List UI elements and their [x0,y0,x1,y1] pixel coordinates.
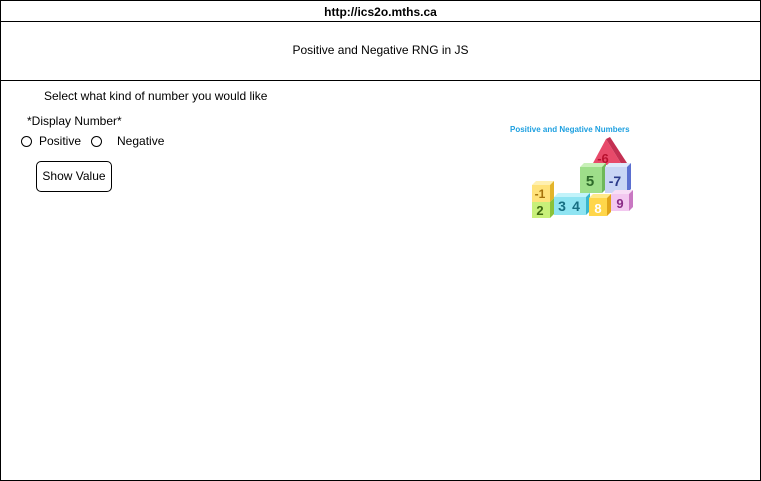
number-blocks-illustration: Positive and Negative Numbers -6 5 -7 -1… [506,123,646,223]
block-label: 4 [572,198,580,214]
block-5: 5 [580,163,606,193]
block-label: -1 [535,187,546,201]
number-blocks-graphic: -6 5 -7 -1 2 3 4 8 9 [532,137,633,218]
negative-radio[interactable] [91,136,102,147]
block-neg6: -6 [592,137,627,166]
block-neg7: -7 [605,163,631,193]
positive-radio[interactable] [21,136,32,147]
display-number-label: *Display Number* [27,114,122,128]
page-frame: http://ics2o.mths.ca Positive and Negati… [0,0,761,481]
negative-radio-label[interactable]: Negative [117,134,164,148]
block-label: 2 [536,203,543,218]
block-label: 3 [558,198,566,214]
block-9: 9 [611,190,633,211]
block-label: -7 [609,173,622,189]
positive-radio-label[interactable]: Positive [39,134,81,148]
instruction-text: Select what kind of number you would lik… [44,89,268,103]
page-header: Positive and Negative RNG in JS [1,22,760,81]
show-value-button[interactable]: Show Value [36,161,112,192]
block-label: 5 [586,173,594,190]
block-34: 3 4 [554,193,590,215]
url-bar: http://ics2o.mths.ca [1,1,760,22]
block-label: 8 [594,201,601,216]
block-8: 8 [589,194,611,216]
block-label: 9 [616,196,623,211]
url-text: http://ics2o.mths.ca [324,5,437,19]
block-neg1: -1 [532,181,554,202]
page-title: Positive and Negative RNG in JS [292,43,469,57]
